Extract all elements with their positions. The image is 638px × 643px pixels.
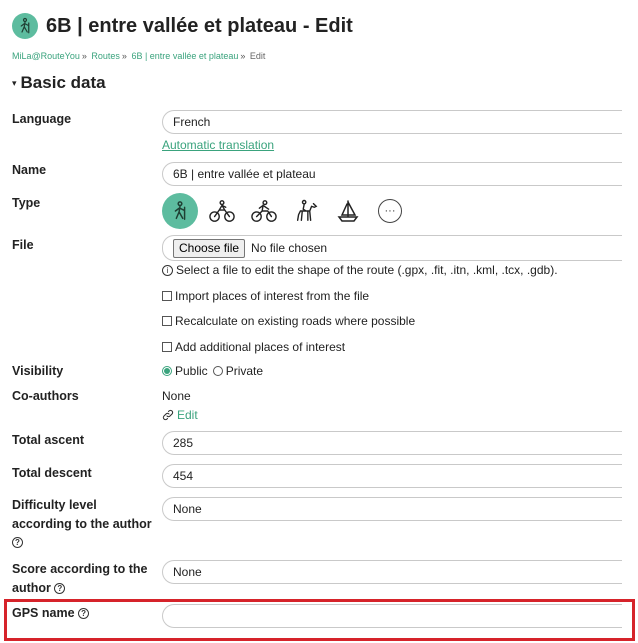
file-hint: i Select a file to edit the shape of the… — [162, 263, 558, 277]
difficulty-select[interactable]: None — [162, 497, 622, 521]
coauthors-value: None — [162, 389, 191, 403]
coauthors-edit-link[interactable]: Edit — [162, 408, 198, 422]
more-options-icon[interactable]: ··· — [378, 199, 402, 223]
visibility-private-label: Private — [225, 364, 264, 378]
difficulty-label: Difficulty level according to the author… — [12, 496, 152, 550]
type-mountain-bike-button[interactable] — [246, 193, 282, 229]
page-title: 6B | entre vallée et plateau - Edit — [46, 14, 353, 37]
breadcrumb-route-link[interactable]: 6B | entre vallée et plateau — [131, 51, 238, 61]
visibility-private-radio[interactable] — [212, 366, 223, 376]
type-horse-riding-button[interactable] — [288, 193, 324, 229]
visibility-public-radio[interactable] — [162, 366, 172, 376]
caret-down-icon: ▾ — [12, 77, 17, 88]
type-label: Type — [12, 196, 41, 210]
total-ascent-input[interactable]: 285 — [162, 431, 622, 455]
recalculate-checkbox[interactable] — [162, 316, 172, 326]
help-icon[interactable]: ? — [12, 537, 23, 549]
coauthors-label: Co-authors — [12, 389, 79, 403]
score-label: Score according to the author ? — [12, 560, 147, 598]
breadcrumb-separator: » — [240, 51, 246, 61]
total-descent-label: Total descent — [12, 466, 92, 480]
breadcrumb-routes-link[interactable]: Routes — [91, 51, 120, 61]
score-label-line1: Score according to the — [12, 562, 148, 576]
type-walking-button[interactable] — [162, 193, 198, 229]
link-icon — [162, 409, 174, 421]
file-label: File — [12, 238, 34, 252]
hiker-icon — [12, 13, 38, 39]
gps-name-input[interactable] — [162, 604, 622, 628]
automatic-translation-link[interactable]: Automatic translation — [162, 138, 274, 152]
name-input[interactable]: 6B | entre vallée et plateau — [162, 162, 622, 186]
info-icon: i — [162, 264, 173, 276]
visibility-options: Public Private — [162, 364, 263, 378]
breadcrumb-separator: » — [81, 51, 87, 61]
import-poi-checkbox[interactable] — [162, 291, 172, 301]
gps-name-label-text: GPS name — [12, 606, 75, 620]
help-icon[interactable]: ? — [78, 608, 90, 620]
import-poi-label: Import places of interest from the file — [175, 289, 370, 303]
section-title: Basic data — [20, 73, 106, 92]
coauthors-edit-label: Edit — [177, 408, 198, 422]
choose-file-button[interactable]: Choose file — [173, 238, 246, 258]
total-descent-input[interactable]: 454 — [162, 464, 622, 488]
add-poi-option[interactable]: Add additional places of interest — [162, 340, 345, 354]
breadcrumb-separator: » — [121, 51, 127, 61]
visibility-label: Visibility — [12, 364, 64, 378]
type-sailing-button[interactable] — [330, 193, 366, 229]
recalculate-option[interactable]: Recalculate on existing roads where poss… — [162, 314, 415, 328]
file-status: No file chosen — [251, 241, 328, 255]
name-label: Name — [12, 163, 47, 177]
breadcrumb: MiLa@RouteYou» Routes» 6B | entre vallée… — [12, 51, 265, 61]
visibility-public-label: Public — [175, 364, 208, 378]
total-ascent-label: Total ascent — [12, 433, 85, 447]
type-selector: ··· — [162, 193, 408, 229]
add-poi-label: Add additional places of interest — [175, 340, 346, 354]
breadcrumb-home-link[interactable]: MiLa@RouteYou — [12, 51, 80, 61]
difficulty-label-line2: according to the author — [12, 517, 152, 531]
import-poi-option[interactable]: Import places of interest from the file — [162, 289, 369, 303]
language-label: Language — [12, 112, 72, 126]
score-select[interactable]: None — [162, 560, 622, 584]
language-select[interactable]: French — [162, 110, 622, 134]
difficulty-label-line1: Difficulty level — [12, 498, 97, 512]
add-poi-checkbox[interactable] — [162, 342, 172, 352]
page-header: 6B | entre vallée et plateau - Edit — [12, 12, 353, 40]
section-basic-data-toggle[interactable]: ▾ Basic data — [12, 73, 106, 93]
file-picker: Choose file No file chosen — [162, 235, 622, 261]
recalculate-label: Recalculate on existing roads where poss… — [175, 314, 416, 328]
breadcrumb-current: Edit — [249, 51, 266, 61]
type-cycling-button[interactable] — [204, 193, 240, 229]
score-label-line2: author — [12, 581, 51, 595]
gps-name-label: GPS name ? — [12, 604, 90, 623]
file-hint-text: Select a file to edit the shape of the r… — [176, 263, 558, 277]
help-icon[interactable]: ? — [54, 583, 66, 595]
